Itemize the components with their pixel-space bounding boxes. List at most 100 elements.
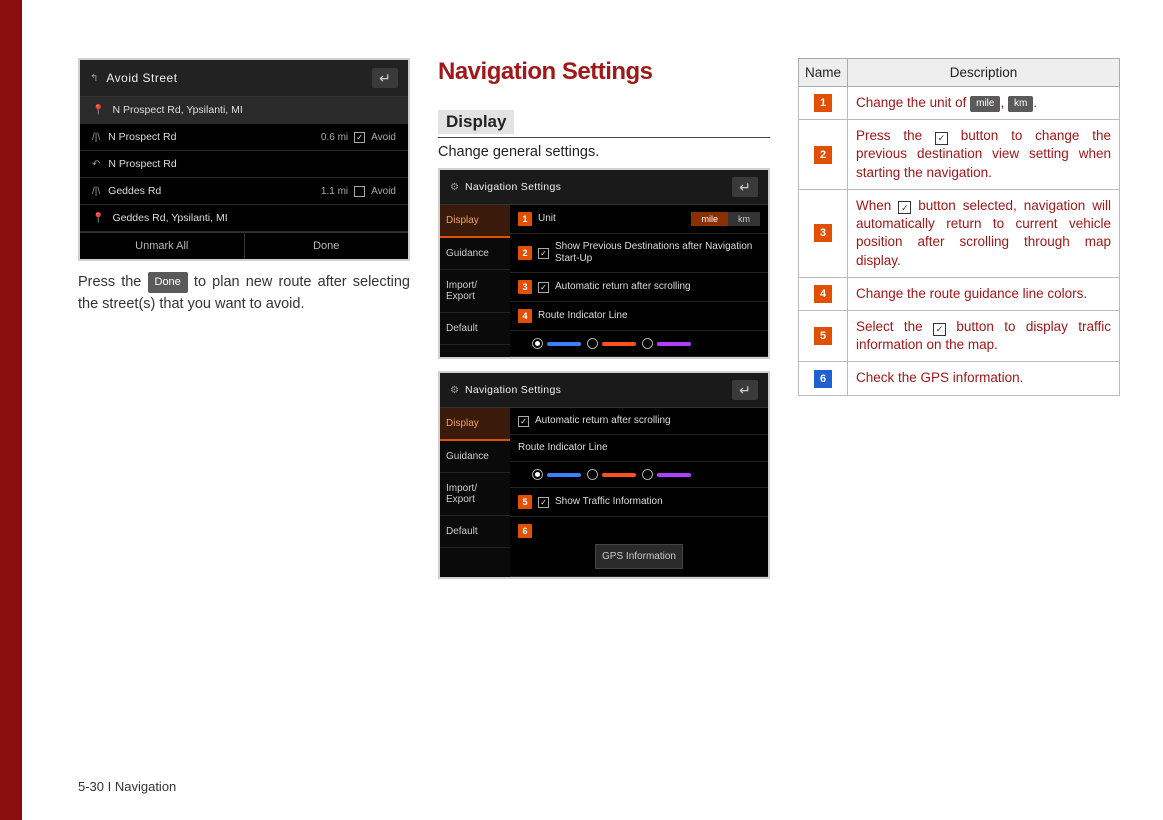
street-label: N Prospect Rd (108, 158, 176, 170)
settings-header: ⚙Navigation Settings↵ (440, 170, 768, 205)
done-button-footer[interactable]: Done (244, 232, 409, 259)
row-desc-cell: Change the route guidance line colors. (848, 277, 1120, 310)
screenshot-avoid-street: ↰ Avoid Street ↵ 📍N Prospect Rd, Ypsilan… (78, 58, 410, 261)
gps-info-button[interactable]: GPS Information (595, 544, 683, 569)
street-label: N Prospect Rd, Ypsilanti, MI (112, 104, 242, 116)
table-row: 6Check the GPS information. (799, 362, 1120, 395)
street-row[interactable]: 📍Geddes Rd, Ypsilanti, MI (80, 205, 408, 232)
checkbox-icon: ✓ (935, 132, 948, 145)
sidebar-tab[interactable]: Display (440, 205, 510, 238)
sidebar-tab[interactable]: Default (440, 313, 510, 345)
sidebar-tab[interactable]: Default (440, 516, 510, 548)
color-swatch (547, 342, 581, 346)
setting-row[interactable]: Route Indicator Line (510, 435, 768, 462)
route-color-option[interactable] (642, 469, 691, 480)
settings-main: 1 Unit milekm 2✓Show Previous Destinations … (510, 205, 768, 357)
settings-header: ⚙Navigation Settings↵ (440, 373, 768, 408)
avoid-checkbox[interactable] (354, 186, 365, 197)
back-button[interactable]: ↵ (732, 177, 758, 197)
callout-badge-2: 2 (814, 146, 832, 164)
setting-row[interactable]: 1 Unit milekm (510, 205, 768, 234)
color-swatch (657, 473, 691, 477)
row-icon: /|\ (92, 186, 100, 197)
setting-row[interactable]: 3✓Automatic return after scrolling (510, 273, 768, 302)
sidebar-tab[interactable]: Import/Export (440, 270, 510, 313)
route-line-options (510, 331, 768, 357)
sidebar-tab[interactable]: Import/Export (440, 473, 510, 516)
th-desc: Description (848, 59, 1120, 87)
setting-row[interactable]: ✓Automatic return after scrolling (510, 408, 768, 435)
back-button[interactable]: ↵ (732, 380, 758, 400)
row-desc-cell: Check the GPS information. (848, 362, 1120, 395)
row-num-cell: 2 (799, 120, 848, 190)
route-color-option[interactable] (642, 338, 691, 349)
th-name: Name (799, 59, 848, 87)
mile-badge: mile (970, 96, 1000, 112)
callout-badge-5: 5 (814, 327, 832, 345)
street-meta: 0.6 mi ✓ Avoid (321, 132, 396, 143)
radio-icon (642, 338, 653, 349)
route-color-option[interactable] (532, 338, 581, 349)
km-badge: km (1008, 96, 1033, 112)
unmark-all-button[interactable]: Unmark All (80, 232, 244, 259)
col-right: Name Description 1 Change the unit of mil… (798, 58, 1120, 591)
checkbox-icon: ✓ (933, 323, 946, 336)
row-num-cell: 1 (799, 87, 848, 120)
row-num-cell: 3 (799, 189, 848, 277)
route-color-option[interactable] (587, 338, 636, 349)
row-num-cell: 6 (799, 362, 848, 395)
page-content: ↰ Avoid Street ↵ 📍N Prospect Rd, Ypsilan… (0, 0, 1163, 591)
gear-icon: ⚙ (450, 182, 459, 193)
table-header-row: Name Description (799, 59, 1120, 87)
radio-icon (642, 469, 653, 480)
row-icon: /|\ (92, 132, 100, 143)
setting-row[interactable]: 4Route Indicator Line (510, 302, 768, 331)
row-desc-cell: Select the ✓ button to display traffic i… (848, 310, 1120, 361)
settings-sidebar: DisplayGuidanceImport/ExportDefault (440, 408, 510, 577)
street-row[interactable]: 📍N Prospect Rd, Ypsilanti, MI (80, 97, 408, 124)
route-line-options (510, 462, 768, 488)
checkbox-icon[interactable]: ✓ (518, 416, 529, 427)
setting-row[interactable]: 2✓Show Previous Destinations after Navig… (510, 234, 768, 273)
caption1-pre: Press the (78, 274, 148, 290)
sidebar-tab[interactable]: Guidance (440, 441, 510, 473)
callout-badge-4: 4 (814, 285, 832, 303)
row-desc-cell: Change the unit of mile, km. (848, 87, 1120, 120)
row-icon: ↶ (92, 159, 100, 170)
navigation-settings-heading: Navigation Settings (438, 58, 770, 86)
setting-row[interactable]: 5✓Show Traffic Information (510, 488, 768, 517)
checkbox-icon[interactable]: ✓ (538, 248, 549, 259)
display-caption: Change general settings. (438, 144, 770, 160)
setting-label: Show Traffic Information (555, 496, 760, 508)
checkbox-icon[interactable]: ✓ (538, 497, 549, 508)
unit-toggle[interactable]: milekm (691, 212, 760, 226)
settings-title: Navigation Settings (465, 384, 726, 396)
setting-label: Automatic return after scrolling (555, 281, 760, 293)
back-arrow-icon: ↰ (90, 73, 98, 84)
street-row[interactable]: /|\N Prospect Rd0.6 mi ✓ Avoid (80, 124, 408, 151)
back-button[interactable]: ↵ (372, 68, 398, 88)
street-label: Geddes Rd (108, 185, 161, 197)
sidebar-tab[interactable]: Guidance (440, 238, 510, 270)
table-row: 5 Select the ✓ button to display traffic … (799, 310, 1120, 361)
route-color-option[interactable] (587, 469, 636, 480)
row-icon: 📍 (92, 213, 104, 224)
row-desc-cell: When ✓ button selected, navigation will … (848, 189, 1120, 277)
page-footer: 5-30 I Navigation (78, 779, 176, 794)
checkbox-icon[interactable]: ✓ (538, 282, 549, 293)
col-left: ↰ Avoid Street ↵ 📍N Prospect Rd, Ypsilan… (78, 58, 410, 591)
description-table: Name Description 1 Change the unit of mil… (798, 58, 1120, 396)
street-row[interactable]: ↶ N Prospect Rd (80, 151, 408, 178)
route-color-option[interactable] (532, 469, 581, 480)
sidebar-red (0, 0, 22, 820)
avoid-checkbox[interactable]: ✓ (354, 132, 365, 143)
screen1-title: Avoid Street (106, 71, 364, 85)
callout-badge-1: 1 (814, 94, 832, 112)
street-row[interactable]: /|\Geddes Rd1.1 mi Avoid (80, 178, 408, 205)
callout-1: 1 (518, 212, 532, 226)
caption-1: Press the Done to plan new route after s… (78, 271, 410, 316)
screen1-header: ↰ Avoid Street ↵ (80, 60, 408, 97)
callout-badge-3: 3 (814, 224, 832, 242)
sidebar-tab[interactable]: Display (440, 408, 510, 441)
setting-label: Unit (538, 213, 685, 225)
